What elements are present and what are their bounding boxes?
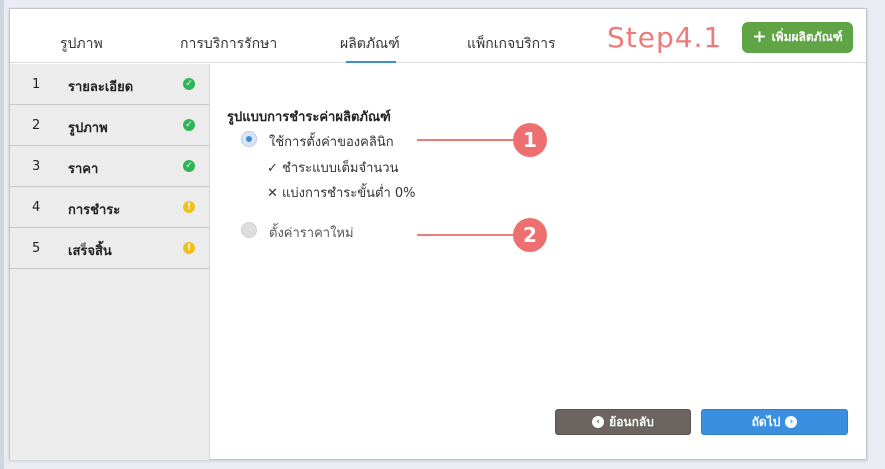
payment-settings-panel: รูปแบบการชำระค่าผลิตภัณฑ์ ใช้การตั้งค่าข… [211, 64, 866, 460]
callout-line-2 [417, 234, 517, 236]
detail-text: แบ่งการชำระขั้นต่ำ 0% [282, 186, 416, 201]
add-product-label: เพิ่มผลิตภัณฑ์ [771, 30, 843, 44]
clinic-settings-radio[interactable] [241, 131, 257, 147]
tab-images[interactable]: รูปภาพ [60, 33, 103, 55]
sidebar-item-images[interactable]: 2 รูปภาพ ✓ [10, 105, 209, 146]
sidebar-item-details[interactable]: 1 รายละเอียด ✓ [10, 64, 209, 105]
check-circle-icon: ✓ [183, 160, 195, 172]
warning-circle-icon: ! [183, 201, 195, 213]
chevron-right-icon: › [785, 416, 798, 428]
section-title: รูปแบบการชำระค่าผลิตภัณฑ์ [227, 110, 391, 125]
clinic-settings-label[interactable]: ใช้การตั้งค่าของคลินิก [269, 131, 394, 152]
step-number: 1 [32, 77, 41, 92]
add-product-button[interactable]: + เพิ่มผลิตภัณฑ์ [742, 22, 853, 53]
sidebar-item-label: การชำระ [68, 203, 121, 218]
back-button-label: ย้อนกลับ [609, 414, 654, 429]
installment-line: ✕ แบ่งการชำระขั้นต่ำ 0% [267, 182, 416, 203]
steps-sidebar: 1 รายละเอียด ✓ 2 รูปภาพ ✓ 3 ราคา ✓ 4 การ… [10, 64, 210, 460]
detail-text: ชำระแบบเต็มจำนวน [282, 161, 399, 176]
sidebar-item-price[interactable]: 3 ราคา ✓ [10, 146, 209, 187]
tab-products[interactable]: ผลิตภัณฑ์ [340, 33, 400, 55]
check-icon: ✓ [267, 161, 278, 176]
tab-treatment-services[interactable]: การบริการรักษา [180, 33, 277, 55]
active-tab-indicator [346, 61, 396, 63]
callout-line-1 [417, 139, 517, 141]
sidebar-item-label: ราคา [68, 162, 99, 177]
check-circle-icon: ✓ [183, 78, 195, 90]
left-edge-border [0, 0, 4, 469]
product-dialog: รูปภาพ การบริการรักษา ผลิตภัณฑ์ แพ็กเกจบ… [9, 8, 867, 460]
next-button[interactable]: ถัดไป › [701, 409, 848, 435]
new-price-label[interactable]: ตั้งค่าราคาใหม่ [269, 222, 354, 243]
full-payment-line: ✓ ชำระแบบเต็มจำนวน [267, 157, 398, 178]
tab-service-packages[interactable]: แพ็กเกจบริการ [467, 33, 555, 55]
next-button-label: ถัดไป [751, 414, 781, 429]
sidebar-item-label: รายละเอียด [68, 80, 134, 95]
sidebar-item-label: รูปภาพ [68, 121, 108, 136]
step-number: 3 [32, 159, 41, 174]
step-number: 2 [32, 118, 41, 133]
back-button[interactable]: ‹ ย้อนกลับ [555, 409, 691, 435]
step-number: 4 [32, 200, 41, 215]
chevron-left-icon: ‹ [592, 416, 605, 428]
step-number: 5 [32, 241, 41, 256]
check-circle-icon: ✓ [183, 119, 195, 131]
sidebar-item-label: เสร็จสิ้น [68, 244, 112, 259]
sidebar-item-payment[interactable]: 4 การชำระ ! [10, 187, 209, 228]
plus-icon: + [752, 27, 767, 47]
callout-badge-1: 1 [513, 123, 547, 157]
tab-bar: รูปภาพ การบริการรักษา ผลิตภัณฑ์ แพ็กเกจบ… [10, 9, 866, 63]
sidebar-item-finish[interactable]: 5 เสร็จสิ้น ! [10, 228, 209, 269]
callout-badge-2: 2 [513, 218, 547, 252]
warning-circle-icon: ! [183, 242, 195, 254]
close-icon: ✕ [267, 186, 278, 201]
step-annotation: Step4.1 [607, 21, 723, 54]
new-price-radio[interactable] [241, 222, 257, 238]
